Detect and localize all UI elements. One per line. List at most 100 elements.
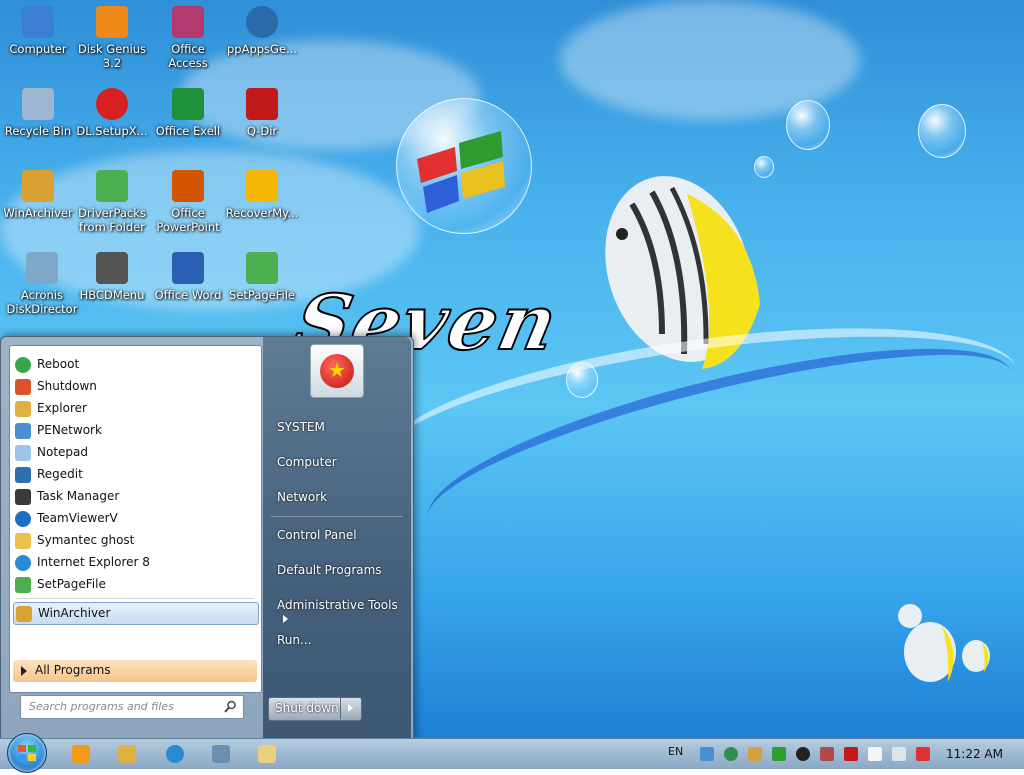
internet-explorer-icon[interactable] (166, 745, 184, 763)
acronis-icon[interactable]: Acronis DiskDirector (4, 252, 80, 316)
desktop-icon-label: ppAppsGe... (226, 42, 297, 56)
driverpacks-icon-image (96, 170, 128, 202)
ppappsge-icon-image (246, 6, 278, 38)
volume-muted-icon[interactable] (916, 747, 930, 761)
menu-item-label: Internet Explorer 8 (37, 555, 150, 569)
logo-bubble (918, 104, 966, 158)
recycle-bin-icon[interactable]: Recycle Bin (0, 88, 76, 138)
network-icon[interactable] (212, 745, 230, 763)
start-button[interactable] (7, 733, 47, 773)
taskbar: EN 11:22 AM (0, 733, 1024, 773)
desktop-icon-label: SetPageFile (229, 288, 295, 302)
menu-item-label: Regedit (37, 467, 83, 481)
tray-globe-icon[interactable] (724, 747, 738, 761)
winarchiver-icon-image (22, 170, 54, 202)
office-word-icon[interactable]: Office Word (150, 252, 226, 302)
windows-logo-icon (18, 745, 36, 761)
computer-icon-image (22, 6, 54, 38)
menu-item-label: TeamViewerV (37, 511, 118, 525)
q-dir-icon[interactable]: Q-Dir (224, 88, 300, 138)
small-fish-group (898, 604, 990, 682)
start-menu-right-pane: ★ SYSTEM Computer Network Control Panel … (263, 337, 411, 739)
explorer-folder-icon[interactable] (118, 745, 136, 763)
clock[interactable]: 11:22 AM (946, 747, 1003, 761)
shut-down-label: Shut down (275, 701, 339, 715)
desktop-icon-label: Disk Genius 3.2 (77, 42, 147, 70)
desktop-icon-label: DriverPacks from Folder (78, 206, 146, 234)
chevron-right-icon (283, 615, 288, 623)
office-access-icon-image (172, 6, 204, 38)
winarchiver-icon[interactable]: WinArchiver (0, 170, 76, 220)
menu-item-teamviewer[interactable]: TeamViewerV (13, 508, 257, 529)
folder-icon (15, 401, 31, 417)
control-panel-link[interactable]: Control Panel (277, 528, 357, 542)
menu-item-notepad[interactable]: Notepad (13, 442, 257, 463)
office-access-icon[interactable]: Office Access (150, 6, 226, 70)
tray-tool-icon[interactable] (820, 747, 834, 761)
windows-orb-bubble (786, 100, 830, 150)
winarchiver-icon (16, 606, 32, 622)
dl-setupx-icon[interactable]: DL.SetupX... (74, 88, 150, 138)
menu-item-internet-explorer[interactable]: Internet Explorer 8 (13, 552, 257, 573)
tray-check-icon[interactable] (772, 747, 786, 761)
administrative-tools-link[interactable]: Administrative Tools (277, 598, 411, 626)
menu-item-label: Notepad (37, 445, 88, 459)
desktop-icon-label: Acronis DiskDirector (6, 288, 78, 316)
notepad-icon (15, 445, 31, 461)
computer-link[interactable]: Computer (277, 455, 337, 469)
menu-item-label: WinArchiver (38, 606, 111, 620)
disk-genius-icon[interactable]: Disk Genius 3.2 (74, 6, 150, 70)
desktop-icon-label: Recycle Bin (4, 124, 72, 138)
recovermy-icon[interactable]: RecoverMy... (224, 170, 300, 220)
menu-item-label: SetPageFile (37, 577, 106, 591)
paint-icon[interactable] (258, 745, 276, 763)
menu-item-penetwork[interactable]: PENetwork (13, 420, 257, 441)
hbcdmenu-icon[interactable]: HBCDMenu (74, 252, 150, 302)
desktop-icon-label: Office PowerPoint (156, 206, 220, 234)
menu-item-winarchiver[interactable]: WinArchiver (13, 602, 259, 625)
chevron-right-icon (348, 704, 353, 712)
menu-item-label: Shutdown (37, 379, 97, 393)
office-excel-icon[interactable]: Office Exell (150, 88, 226, 138)
menu-item-task-manager[interactable]: Task Manager (13, 486, 257, 507)
menu-item-regedit[interactable]: Regedit (13, 464, 257, 485)
menu-item-label: Reboot (37, 357, 80, 371)
start-menu-programs-pane: Reboot Shutdown Explorer PENetwork Notep… (9, 345, 262, 693)
hbcdmenu-icon-image (96, 252, 128, 284)
search-input[interactable]: Search programs and files (20, 695, 244, 719)
menu-item-setpagefile[interactable]: SetPageFile (13, 574, 257, 595)
language-indicator[interactable]: EN (668, 745, 683, 758)
default-programs-link[interactable]: Default Programs (277, 563, 382, 577)
network-link[interactable]: Network (277, 490, 327, 504)
desktop-icon-label: RecoverMy... (225, 206, 299, 220)
flag-icon[interactable] (868, 747, 882, 761)
tray-books-icon[interactable] (748, 747, 762, 761)
office-powerpoint-icon[interactable]: Office PowerPoint (150, 170, 226, 234)
setpagefile-icon[interactable]: SetPageFile (224, 252, 300, 302)
network-status-icon[interactable] (892, 747, 906, 761)
shut-down-options-button[interactable] (340, 697, 361, 719)
menu-item-explorer[interactable]: Explorer (13, 398, 257, 419)
menu-item-reboot[interactable]: Reboot (13, 354, 257, 375)
ppappsge-icon[interactable]: ppAppsGe... (224, 6, 300, 56)
tray-shield-icon[interactable] (844, 747, 858, 761)
desktop-icon-label: HBCDMenu (79, 288, 145, 302)
computer-icon[interactable]: Computer (0, 6, 76, 56)
menu-item-symantec-ghost[interactable]: Symantec ghost (13, 530, 257, 551)
driverpacks-icon[interactable]: DriverPacks from Folder (74, 170, 150, 234)
network-icon (15, 423, 31, 439)
menu-item-label: Symantec ghost (37, 533, 135, 547)
all-programs-button[interactable]: All Programs (13, 660, 257, 682)
user-picture[interactable]: ★ (310, 344, 364, 398)
tray-play-icon[interactable] (796, 747, 810, 761)
desktop-icon-label: DL.SetupX... (76, 124, 148, 138)
menu-item-shutdown[interactable]: Shutdown (13, 376, 257, 397)
system-link[interactable]: SYSTEM (277, 420, 325, 434)
office-excel-icon-image (172, 88, 204, 120)
reboot-icon (15, 357, 31, 373)
tray-app-icon[interactable] (700, 747, 714, 761)
office-word-icon-image (172, 252, 204, 284)
media-player-icon[interactable] (72, 745, 90, 763)
star-badge-icon: ★ (320, 354, 354, 388)
run-link[interactable]: Run... (277, 633, 311, 647)
